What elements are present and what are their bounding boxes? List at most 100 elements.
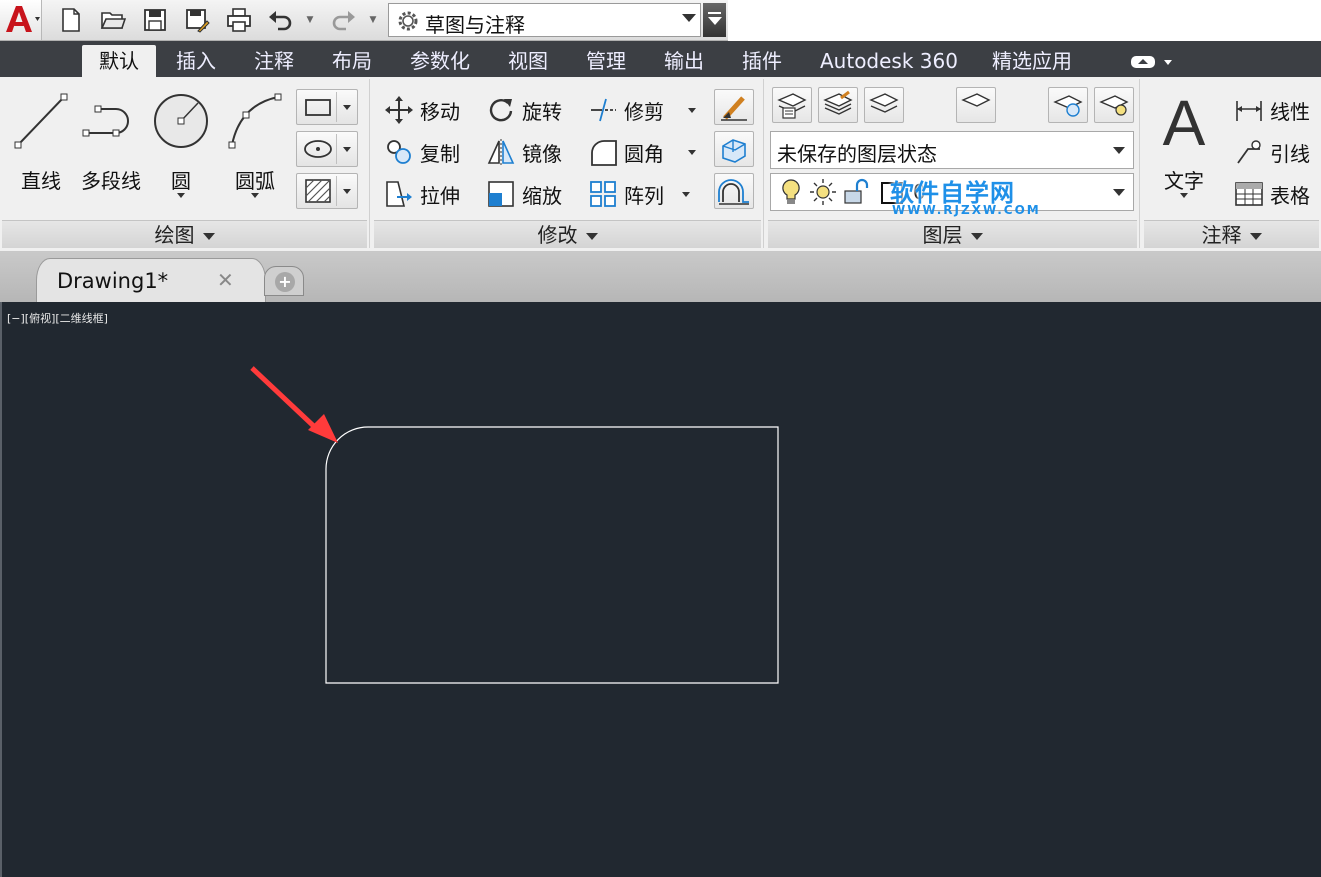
leader-icon: [1237, 140, 1261, 164]
chevron-down-icon: [1113, 189, 1125, 196]
filleted-rectangle[interactable]: [325, 426, 779, 684]
annotation-panel-footer[interactable]: 注释: [1144, 220, 1319, 248]
ellipse-button[interactable]: [296, 131, 358, 167]
rotate-icon: [489, 98, 513, 122]
plus-icon: +: [275, 272, 295, 292]
modify-panel: 移动 旋转 修剪 复制 镜像 圆角 拉伸 缩放 阵列 修改: [372, 79, 764, 248]
tab-output[interactable]: 输出: [658, 45, 710, 77]
trim-dropdown-icon[interactable]: [688, 108, 696, 113]
autocad-logo-icon: [6, 6, 40, 32]
tab-manage[interactable]: 管理: [580, 45, 632, 77]
table-icon: [1235, 182, 1263, 206]
trim-tool[interactable]: 修剪: [588, 93, 698, 127]
save-as-icon[interactable]: [184, 7, 210, 33]
tab-home[interactable]: 默认: [82, 45, 156, 77]
ribbon-tab-bar: 默认 插入 注释 布局 参数化 视图 管理 输出 插件 Autodesk 360…: [0, 41, 1321, 77]
draw-panel: 直线 多段线 圆 圆弧 绘图: [0, 79, 370, 248]
minimize-ribbon-icon[interactable]: [1130, 54, 1178, 70]
lightbulb-icon[interactable]: [779, 178, 803, 206]
fillet-dropdown-icon[interactable]: [688, 150, 696, 155]
layer-state-dropdown[interactable]: 未保存的图层状态: [770, 131, 1134, 169]
tab-layout[interactable]: 布局: [326, 45, 378, 77]
layer-previous-icon: [869, 93, 899, 113]
stretch-icon: [386, 181, 412, 207]
autocad-window: ▼ ▼ 草图与注释 默认 插入 注释 布局 参数化 视图 管理 输出 插件 Au…: [0, 0, 1321, 877]
open-folder-icon[interactable]: [100, 7, 126, 33]
layer-off-button[interactable]: [1094, 87, 1134, 123]
polyline-tool[interactable]: 多段线: [78, 87, 144, 193]
undo-icon[interactable]: [268, 7, 294, 33]
tab-view[interactable]: 视图: [502, 45, 554, 77]
close-icon[interactable]: ✕: [217, 268, 234, 292]
document-tab-title: Drawing1*: [57, 269, 169, 293]
chevron-down-icon: [970, 233, 983, 240]
svg-text:A: A: [1163, 87, 1206, 157]
erase-button[interactable]: [714, 89, 754, 125]
hatch-button[interactable]: [296, 173, 358, 209]
layer-previous-button[interactable]: [864, 87, 904, 123]
linear-dimension-icon: [1236, 101, 1262, 121]
application-menu-button[interactable]: [0, 0, 42, 40]
array-icon: [590, 181, 616, 207]
watermark: 软件自学网 WWW.RJZXW.COM: [890, 179, 1041, 217]
redo-icon[interactable]: [330, 7, 356, 33]
annotation-arrow-icon: [250, 366, 338, 443]
scale-icon: [488, 181, 514, 207]
redo-dropdown-icon[interactable]: ▼: [368, 12, 378, 28]
tab-insert[interactable]: 插入: [170, 45, 222, 77]
print-icon[interactable]: [226, 7, 252, 33]
workspace-label: 草图与注释: [425, 13, 525, 37]
layer-properties-button[interactable]: [772, 87, 812, 123]
new-file-icon[interactable]: [58, 7, 84, 33]
undo-dropdown-icon[interactable]: ▼: [305, 12, 315, 28]
ellipse-icon: [304, 140, 332, 158]
fillet-tool[interactable]: 圆角: [588, 135, 698, 169]
layer-freeze-icon: [1053, 95, 1083, 117]
layers-panel-footer[interactable]: 图层: [768, 220, 1137, 248]
erase-icon: [721, 96, 747, 121]
text-dropdown-icon[interactable]: [1180, 193, 1188, 198]
text-tool[interactable]: A 文字: [1152, 87, 1216, 198]
array-tool[interactable]: 阵列: [588, 177, 698, 211]
hatch-icon: [305, 179, 331, 203]
explode-button[interactable]: [714, 131, 754, 167]
layer-state-button[interactable]: [818, 87, 858, 123]
document-tab[interactable]: Drawing1* ✕: [36, 258, 266, 302]
offset-icon: [718, 179, 749, 205]
drawing-canvas[interactable]: [−][俯视][二维线框]: [0, 302, 1321, 877]
drawing-surface: [250, 366, 779, 684]
unlock-icon[interactable]: [841, 177, 871, 207]
circle-dropdown-icon[interactable]: [177, 193, 185, 198]
layer-isolate-button[interactable]: [956, 87, 996, 123]
arc-dropdown-icon[interactable]: [251, 193, 259, 198]
layer-stack-icon: [823, 90, 853, 115]
fillet-icon: [591, 140, 617, 166]
new-tab-button[interactable]: +: [264, 266, 304, 296]
quick-access-toolbar: ▼ ▼ 草图与注释: [0, 0, 1321, 41]
tab-parametric[interactable]: 参数化: [404, 45, 476, 77]
copy-icon: [387, 140, 411, 164]
layer-isolate-icon: [961, 93, 991, 107]
chevron-down-icon: [682, 14, 696, 22]
arc-tool[interactable]: 圆弧: [222, 87, 288, 198]
workspace-switcher[interactable]: 草图与注释: [388, 3, 701, 37]
tab-featured-apps[interactable]: 精选应用: [986, 45, 1078, 77]
rectangle-button[interactable]: [296, 89, 358, 125]
customize-qat-button[interactable]: [703, 3, 726, 37]
draw-panel-footer[interactable]: 绘图: [2, 220, 367, 248]
rectangle-icon: [305, 99, 331, 116]
array-dropdown-icon[interactable]: [682, 192, 690, 197]
tab-annotate[interactable]: 注释: [248, 45, 300, 77]
save-icon[interactable]: [142, 7, 168, 33]
text-icon: A: [1163, 87, 1206, 159]
circle-tool[interactable]: 圆: [150, 87, 212, 198]
modify-panel-footer[interactable]: 修改: [374, 220, 761, 248]
line-tool[interactable]: 直线: [10, 87, 72, 193]
offset-button[interactable]: [714, 173, 754, 209]
file-tab-bar: Drawing1* ✕ +: [0, 252, 1321, 302]
layer-freeze-button[interactable]: [1048, 87, 1088, 123]
chevron-down-icon: [1113, 147, 1125, 154]
sun-icon[interactable]: [809, 178, 837, 206]
tab-autodesk-360[interactable]: Autodesk 360: [814, 45, 964, 77]
tab-plugins[interactable]: 插件: [736, 45, 788, 77]
